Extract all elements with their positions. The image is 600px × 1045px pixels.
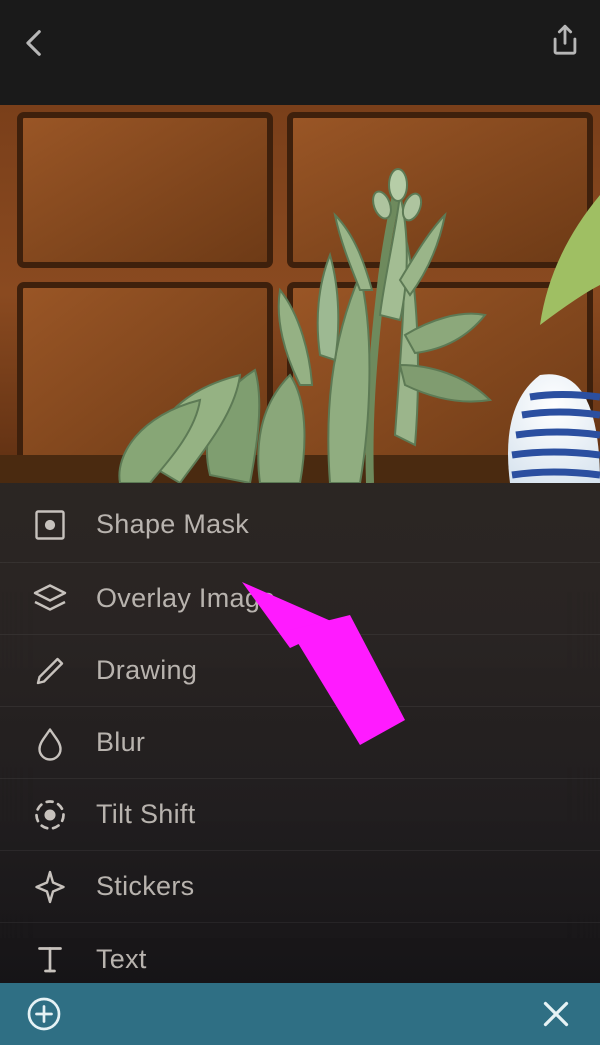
menu-item-label: Drawing xyxy=(96,655,197,686)
menu-item-label: Shape Mask xyxy=(96,509,249,540)
menu-item-label: Tilt Shift xyxy=(96,799,196,830)
menu-item-overlay-image[interactable]: Overlay Image xyxy=(0,563,600,635)
pencil-icon xyxy=(32,653,68,689)
menu-item-shape-mask[interactable]: Shape Mask xyxy=(0,487,600,563)
close-button[interactable] xyxy=(538,996,574,1032)
shape-mask-icon xyxy=(32,507,68,543)
back-button[interactable] xyxy=(18,26,52,60)
menu-item-blur[interactable]: Blur xyxy=(0,707,600,779)
menu-item-tilt-shift[interactable]: Tilt Shift xyxy=(0,779,600,851)
top-bar xyxy=(0,0,600,105)
tools-menu: Shape Mask Overlay Image Drawing xyxy=(0,483,600,995)
tools-sheet: Shape Mask Overlay Image Drawing xyxy=(0,483,600,983)
screen: Shape Mask Overlay Image Drawing xyxy=(0,0,600,1045)
menu-item-stickers[interactable]: Stickers xyxy=(0,851,600,923)
sparkle-icon xyxy=(32,869,68,905)
tilt-shift-icon xyxy=(32,797,68,833)
share-button[interactable] xyxy=(548,22,582,60)
text-icon xyxy=(32,941,68,977)
menu-item-label: Text xyxy=(96,944,147,975)
menu-item-drawing[interactable]: Drawing xyxy=(0,635,600,707)
photo-preview xyxy=(0,105,600,483)
add-button[interactable] xyxy=(26,996,62,1032)
menu-item-label: Overlay Image xyxy=(96,583,275,614)
layers-icon xyxy=(32,581,68,617)
droplet-icon xyxy=(32,725,68,761)
menu-item-label: Blur xyxy=(96,727,145,758)
bottom-bar xyxy=(0,983,600,1045)
menu-item-label: Stickers xyxy=(96,871,194,902)
